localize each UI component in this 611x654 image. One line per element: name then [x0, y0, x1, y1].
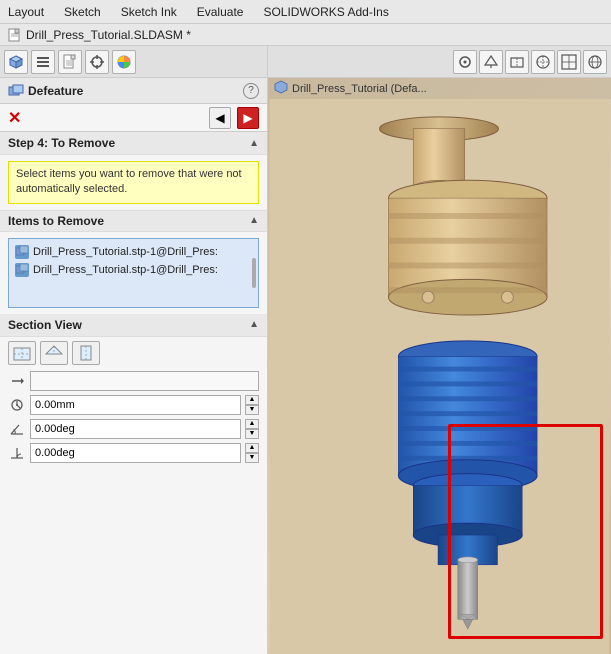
color-btn[interactable]	[112, 50, 136, 74]
scroll-indicator	[252, 258, 256, 288]
main-layout: Defeature ? ✕ ◀ ▶ Step 4: To Remove ▲ Se…	[0, 46, 611, 654]
angle2-up[interactable]: ▲	[245, 443, 259, 453]
list-item-text-1: Drill_Press_Tutorial.stp-1@Drill_Pres:	[33, 264, 218, 276]
menu-sketch[interactable]: Sketch	[60, 3, 105, 21]
view-btn-2[interactable]	[479, 50, 503, 74]
info-box: Select items you want to remove that wer…	[8, 161, 259, 204]
sv-ref-input[interactable]	[30, 371, 259, 391]
distance-up[interactable]: ▲	[245, 395, 259, 405]
arrow-icon	[8, 372, 26, 390]
menu-bar: Layout Sketch Sketch Ink Evaluate SOLIDW…	[0, 0, 611, 24]
crosshair-btn[interactable]	[85, 50, 109, 74]
view-btn-4[interactable]	[531, 50, 555, 74]
angle2-spinner[interactable]: ▲ ▼	[245, 443, 259, 463]
file-icon	[8, 28, 22, 42]
defeature-header: Defeature ?	[0, 78, 267, 104]
sv-right-btn[interactable]	[72, 341, 100, 365]
list-item: Drill_Press_Tutorial.stp-1@Drill_Pres:	[13, 261, 254, 279]
view-btn-3[interactable]	[505, 50, 529, 74]
distance-down[interactable]: ▼	[245, 405, 259, 415]
angle2-icon	[8, 444, 26, 462]
file-title: Drill_Press_Tutorial.SLDASM *	[26, 28, 191, 42]
title-bar: Drill_Press_Tutorial.SLDASM *	[0, 24, 611, 46]
menu-addins[interactable]: SOLIDWORKS Add-Ins	[259, 3, 392, 21]
info-text: Select items you want to remove that wer…	[16, 168, 242, 195]
sv-row-arrow	[8, 371, 259, 391]
list-btn[interactable]	[31, 50, 55, 74]
items-to-remove-header: Items to Remove ▲	[0, 210, 267, 232]
distance-icon	[8, 396, 26, 414]
panel-title: Defeature	[28, 84, 243, 98]
item-icon-1	[15, 263, 29, 277]
sv-row-angle1: 0.00deg ▲ ▼	[8, 419, 259, 439]
angle1-spinner[interactable]: ▲ ▼	[245, 419, 259, 439]
distance-spinner[interactable]: ▲ ▼	[245, 395, 259, 415]
sv-distance-input[interactable]: 0.00mm	[30, 395, 241, 415]
sv-row-distance: 0.00mm ▲ ▼	[8, 395, 259, 415]
menu-sketch-ink[interactable]: Sketch Ink	[117, 3, 181, 21]
right-title-label: Drill_Press_Tutorial (Defa...	[292, 83, 427, 95]
nav-fwd-btn[interactable]: ▶	[237, 107, 259, 129]
viewport[interactable]	[268, 99, 611, 654]
sv-top-btn[interactable]	[40, 341, 68, 365]
view-btn-6[interactable]	[583, 50, 607, 74]
right-toolbar	[268, 46, 611, 78]
angle1-icon	[8, 420, 26, 438]
nav-back-btn[interactable]: ◀	[209, 107, 231, 129]
menu-evaluate[interactable]: Evaluate	[193, 3, 248, 21]
help-btn[interactable]: ?	[243, 83, 259, 99]
view-btn-5[interactable]	[557, 50, 581, 74]
left-panel: Defeature ? ✕ ◀ ▶ Step 4: To Remove ▲ Se…	[0, 46, 268, 654]
section-view-content: 0.00mm ▲ ▼ 0.00deg ▲ ▼	[0, 337, 267, 471]
sv-front-btn[interactable]	[8, 341, 36, 365]
model-icon	[274, 80, 288, 97]
list-item-text-0: Drill_Press_Tutorial.stp-1@Drill_Pres:	[33, 246, 218, 258]
angle1-up[interactable]: ▲	[245, 419, 259, 429]
sv-angle1-input[interactable]: 0.00deg	[30, 419, 241, 439]
section-view-header: Section View ▲	[0, 314, 267, 337]
close-btn[interactable]: ✕	[8, 108, 21, 128]
doc-btn[interactable]	[58, 50, 82, 74]
sv-collapse[interactable]: ▲	[249, 319, 259, 330]
defeature-icon	[8, 83, 24, 99]
sv-row-angle2: 0.00deg ▲ ▼	[8, 443, 259, 463]
step4-collapse[interactable]: ▲	[249, 138, 259, 149]
left-toolbar	[0, 46, 267, 78]
step4-title: Step 4: To Remove	[8, 136, 115, 150]
angle1-down[interactable]: ▼	[245, 429, 259, 439]
cube-btn[interactable]	[4, 50, 28, 74]
list-item: Drill_Press_Tutorial.stp-1@Drill_Pres:	[13, 243, 254, 261]
view-btn-1[interactable]	[453, 50, 477, 74]
sv-angle2-input[interactable]: 0.00deg	[30, 443, 241, 463]
item-icon-0	[15, 245, 29, 259]
section-view-icons	[8, 341, 259, 365]
right-panel: Drill_Press_Tutorial (Defa...	[268, 46, 611, 654]
menu-layout[interactable]: Layout	[4, 3, 48, 21]
section-view-title: Section View	[8, 318, 82, 332]
right-title-bar: Drill_Press_Tutorial (Defa...	[268, 78, 611, 99]
step4-header: Step 4: To Remove ▲	[0, 132, 267, 155]
items-to-remove-title: Items to Remove	[8, 214, 104, 228]
panel-controls: ✕ ◀ ▶	[0, 104, 267, 132]
items-collapse[interactable]: ▲	[249, 215, 259, 226]
angle2-down[interactable]: ▼	[245, 453, 259, 463]
items-list-box[interactable]: Drill_Press_Tutorial.stp-1@Drill_Pres: D…	[8, 238, 259, 308]
